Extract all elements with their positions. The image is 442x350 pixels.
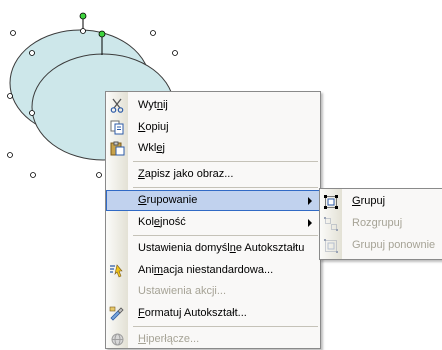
resize-handle[interactable]	[80, 28, 86, 34]
submenu-arrow-icon	[308, 197, 312, 205]
resize-handle[interactable]	[30, 172, 36, 178]
menu-item-format-autoshape[interactable]: Formatuj Autokształt...	[106, 303, 320, 324]
menu-item-grouping[interactable]: Grupowanie	[106, 190, 320, 211]
resize-handle[interactable]	[96, 172, 102, 178]
menu-item-label: Hiperłącze...	[138, 333, 200, 345]
hyperlink-icon	[108, 331, 126, 348]
rotation-handle[interactable]	[79, 12, 87, 20]
custom-animation-icon	[108, 262, 126, 279]
menu-item-label: Formatuj Autokształt...	[138, 307, 247, 319]
menu-item-cut[interactable]: Wytnij	[106, 95, 320, 116]
resize-handle[interactable]	[150, 30, 156, 36]
group-icon	[322, 193, 340, 210]
menu-item-custom-animation[interactable]: Animacja niestandardowa...	[106, 260, 320, 281]
menu-item-label: Zapisz jako obraz...	[138, 168, 234, 180]
menu-separator	[133, 187, 318, 188]
menu-separator	[133, 235, 318, 236]
copy-icon	[108, 119, 126, 136]
menu-item-label: Grupuj ponownie	[352, 239, 436, 251]
ungroup-icon	[322, 215, 340, 232]
menu-item-paste[interactable]: Wklej	[106, 138, 320, 159]
menu-item-label: Kolejność	[138, 216, 186, 228]
menu-item-label: Wytnij	[138, 99, 168, 111]
resize-handle[interactable]	[172, 50, 178, 56]
menu-item-order[interactable]: Kolejność	[106, 212, 320, 233]
resize-handle[interactable]	[7, 152, 13, 158]
rotation-handle[interactable]	[98, 30, 106, 38]
resize-handle[interactable]	[7, 93, 13, 99]
menu-item-label: Rozgrupuj	[352, 217, 403, 229]
menu-item-label: Ustawienia akcji...	[138, 285, 227, 297]
menu-item-save-as-picture[interactable]: Zapisz jako obraz...	[106, 164, 320, 185]
menu-separator	[133, 161, 318, 162]
regroup-icon	[322, 237, 340, 254]
resize-handle[interactable]	[29, 110, 35, 116]
menu-item-label: Kopiuj	[138, 121, 169, 133]
submenu-item-regroup: Grupuj ponownie	[320, 235, 442, 256]
submenu-item-group[interactable]: Grupuj	[320, 191, 442, 212]
menu-item-action-settings: Ustawienia akcji...	[106, 281, 320, 302]
scissors-icon	[108, 97, 126, 114]
menu-item-set-default-autoshape[interactable]: Ustawienia domyślne Autokształtu	[106, 238, 320, 259]
resize-handle[interactable]	[29, 50, 35, 56]
paste-icon	[108, 140, 126, 157]
resize-handle[interactable]	[10, 30, 16, 36]
menu-item-label: Wklej	[138, 142, 165, 154]
submenu-item-ungroup: Rozgrupuj	[320, 213, 442, 234]
grouping-submenu: Grupuj Rozgrupuj Grupuj ponownie	[319, 188, 442, 260]
submenu-arrow-icon	[308, 219, 312, 227]
format-shape-icon	[108, 305, 126, 322]
context-menu: Wytnij Kopiuj Wklej Zapisz jako obraz...	[105, 91, 321, 349]
menu-separator	[133, 326, 318, 327]
menu-item-copy[interactable]: Kopiuj	[106, 117, 320, 138]
menu-item-label: Animacja niestandardowa...	[138, 264, 274, 276]
menu-item-label: Ustawienia domyślne Autokształtu	[138, 242, 305, 254]
menu-item-label: Grupuj	[352, 195, 386, 207]
menu-item-label: Grupowanie	[138, 194, 198, 206]
